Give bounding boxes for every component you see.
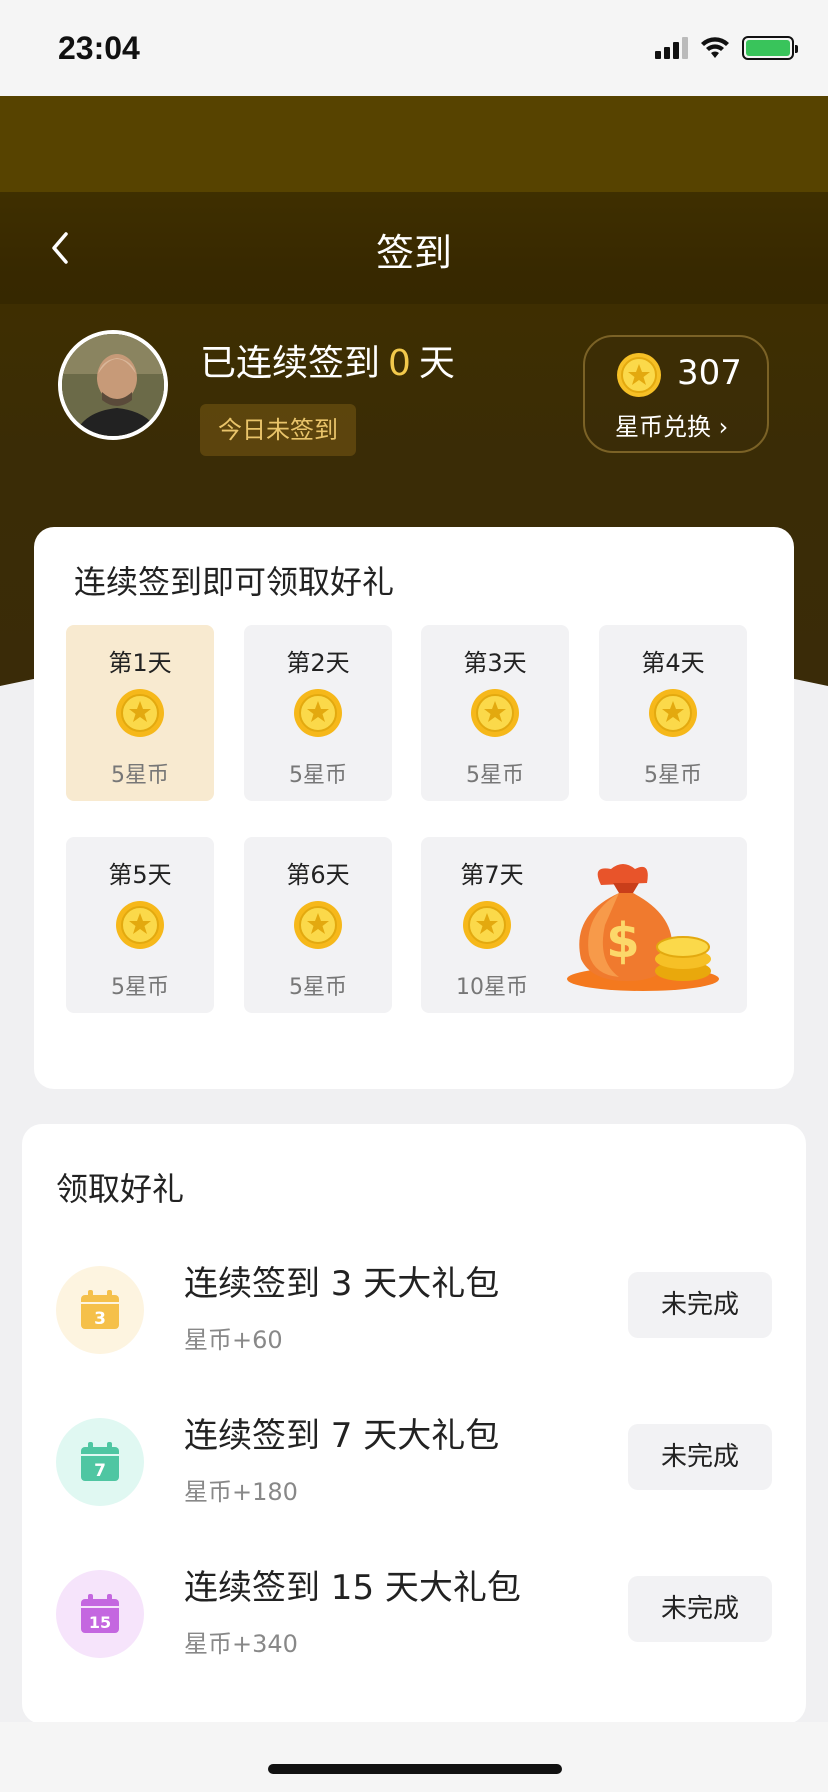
status-time: 23:04 — [58, 30, 140, 66]
day-reward: 5星币 — [111, 763, 169, 788]
coin-exchange-card[interactable]: 307 星币兑换 › — [583, 335, 769, 453]
day-tile-6[interactable]: 第6天 5星币 — [244, 837, 392, 1013]
day-reward: 5星币 — [289, 975, 347, 1000]
gift-row-15-days: 15 连续签到 15 天大礼包 星币+340 未完成 — [22, 1560, 806, 1680]
day-tile-1[interactable]: 第1天 5星币 — [66, 625, 214, 801]
svg-text:15: 15 — [89, 1613, 111, 1632]
coin-icon — [649, 689, 697, 737]
calendar-icon: 7 — [81, 1442, 119, 1481]
gift-name: 连续签到 7 天大礼包 — [184, 1416, 500, 1456]
day-label: 第3天 — [463, 649, 527, 677]
wifi-icon — [701, 37, 729, 58]
signin-card-title: 连续签到即可领取好礼 — [74, 563, 395, 601]
signin-rewards-card: 连续签到即可领取好礼 第1天 5星币 第2天 5星币 第3天 5星币 第4天 5… — [34, 527, 794, 1089]
today-status-badge: 今日未签到 — [200, 404, 356, 456]
day-label: 第5天 — [108, 861, 172, 889]
streak-text: 已连续签到 0 天 — [200, 334, 455, 386]
day-tile-3[interactable]: 第3天 5星币 — [421, 625, 569, 801]
gift-row-3-days: 3 连续签到 3 天大礼包 星币+60 未完成 — [22, 1256, 806, 1376]
svg-text:3: 3 — [94, 1309, 106, 1329]
exchange-link[interactable]: 星币兑换 › — [615, 407, 728, 442]
gift-name: 连续签到 3 天大礼包 — [184, 1264, 500, 1304]
streak-prefix: 已连续签到 — [200, 343, 381, 384]
day-label: 第1天 — [108, 649, 172, 677]
status-bar: 23:04 — [0, 0, 828, 96]
money-bag-icon: $ — [567, 864, 719, 991]
coin-icon — [294, 689, 342, 737]
day-tile-2[interactable]: 第2天 5星币 — [244, 625, 392, 801]
day-label: 第6天 — [286, 861, 350, 889]
gift-icon-bg: 3 — [56, 1266, 144, 1354]
streak-suffix: 天 — [418, 343, 455, 384]
coin-icon — [116, 901, 164, 949]
coin-icon — [116, 689, 164, 737]
bottom-safe-area — [0, 1722, 828, 1792]
day-tile-7[interactable]: 第7天 10星币 $ — [421, 837, 747, 1013]
gift-icon-bg: 7 — [56, 1418, 144, 1506]
header-top-band — [0, 96, 828, 192]
gift-reward: 星币+340 — [184, 1630, 298, 1658]
page-title: 签到 — [375, 231, 452, 275]
gift-row-7-days: 7 连续签到 7 天大礼包 星币+180 未完成 — [22, 1408, 806, 1528]
streak-days: 0 — [388, 343, 411, 384]
day-reward: 10星币 — [456, 975, 528, 1000]
day-tile-5[interactable]: 第5天 5星币 — [66, 837, 214, 1013]
svg-text:7: 7 — [94, 1461, 106, 1481]
day-label: 第2天 — [286, 649, 350, 677]
calendar-icon: 15 — [81, 1594, 119, 1633]
gift-name: 连续签到 15 天大礼包 — [184, 1568, 521, 1608]
day-reward: 5星币 — [111, 975, 169, 1000]
gift-reward: 星币+180 — [184, 1478, 298, 1506]
home-indicator[interactable] — [268, 1764, 562, 1774]
coin-icon — [294, 901, 342, 949]
day-reward: 5星币 — [289, 763, 347, 788]
day-label: 第7天 — [460, 861, 524, 889]
battery-icon — [742, 36, 798, 60]
gift-status-button[interactable]: 未完成 — [628, 1272, 772, 1338]
day-reward: 5星币 — [644, 763, 702, 788]
svg-text:$: $ — [606, 913, 639, 969]
coin-icon — [471, 689, 519, 737]
gifts-card-title: 领取好礼 — [56, 1170, 185, 1208]
coin-icon — [617, 353, 661, 397]
avatar[interactable] — [58, 330, 168, 440]
signal-icon — [655, 37, 688, 59]
coin-balance: 307 — [677, 353, 742, 393]
gifts-card: 领取好礼 3 连续签到 3 天大礼包 星币+60 未完成 7 连续签到 7 天大… — [22, 1124, 806, 1724]
day-label: 第4天 — [641, 649, 705, 677]
day-tile-4[interactable]: 第4天 5星币 — [599, 625, 747, 801]
gift-reward: 星币+60 — [184, 1326, 283, 1354]
calendar-icon: 3 — [81, 1290, 119, 1329]
day-reward: 5星币 — [466, 763, 524, 788]
status-icons — [655, 36, 798, 60]
gift-status-button[interactable]: 未完成 — [628, 1576, 772, 1642]
coin-icon — [463, 901, 511, 949]
gift-status-button[interactable]: 未完成 — [628, 1424, 772, 1490]
gift-icon-bg: 15 — [56, 1570, 144, 1658]
